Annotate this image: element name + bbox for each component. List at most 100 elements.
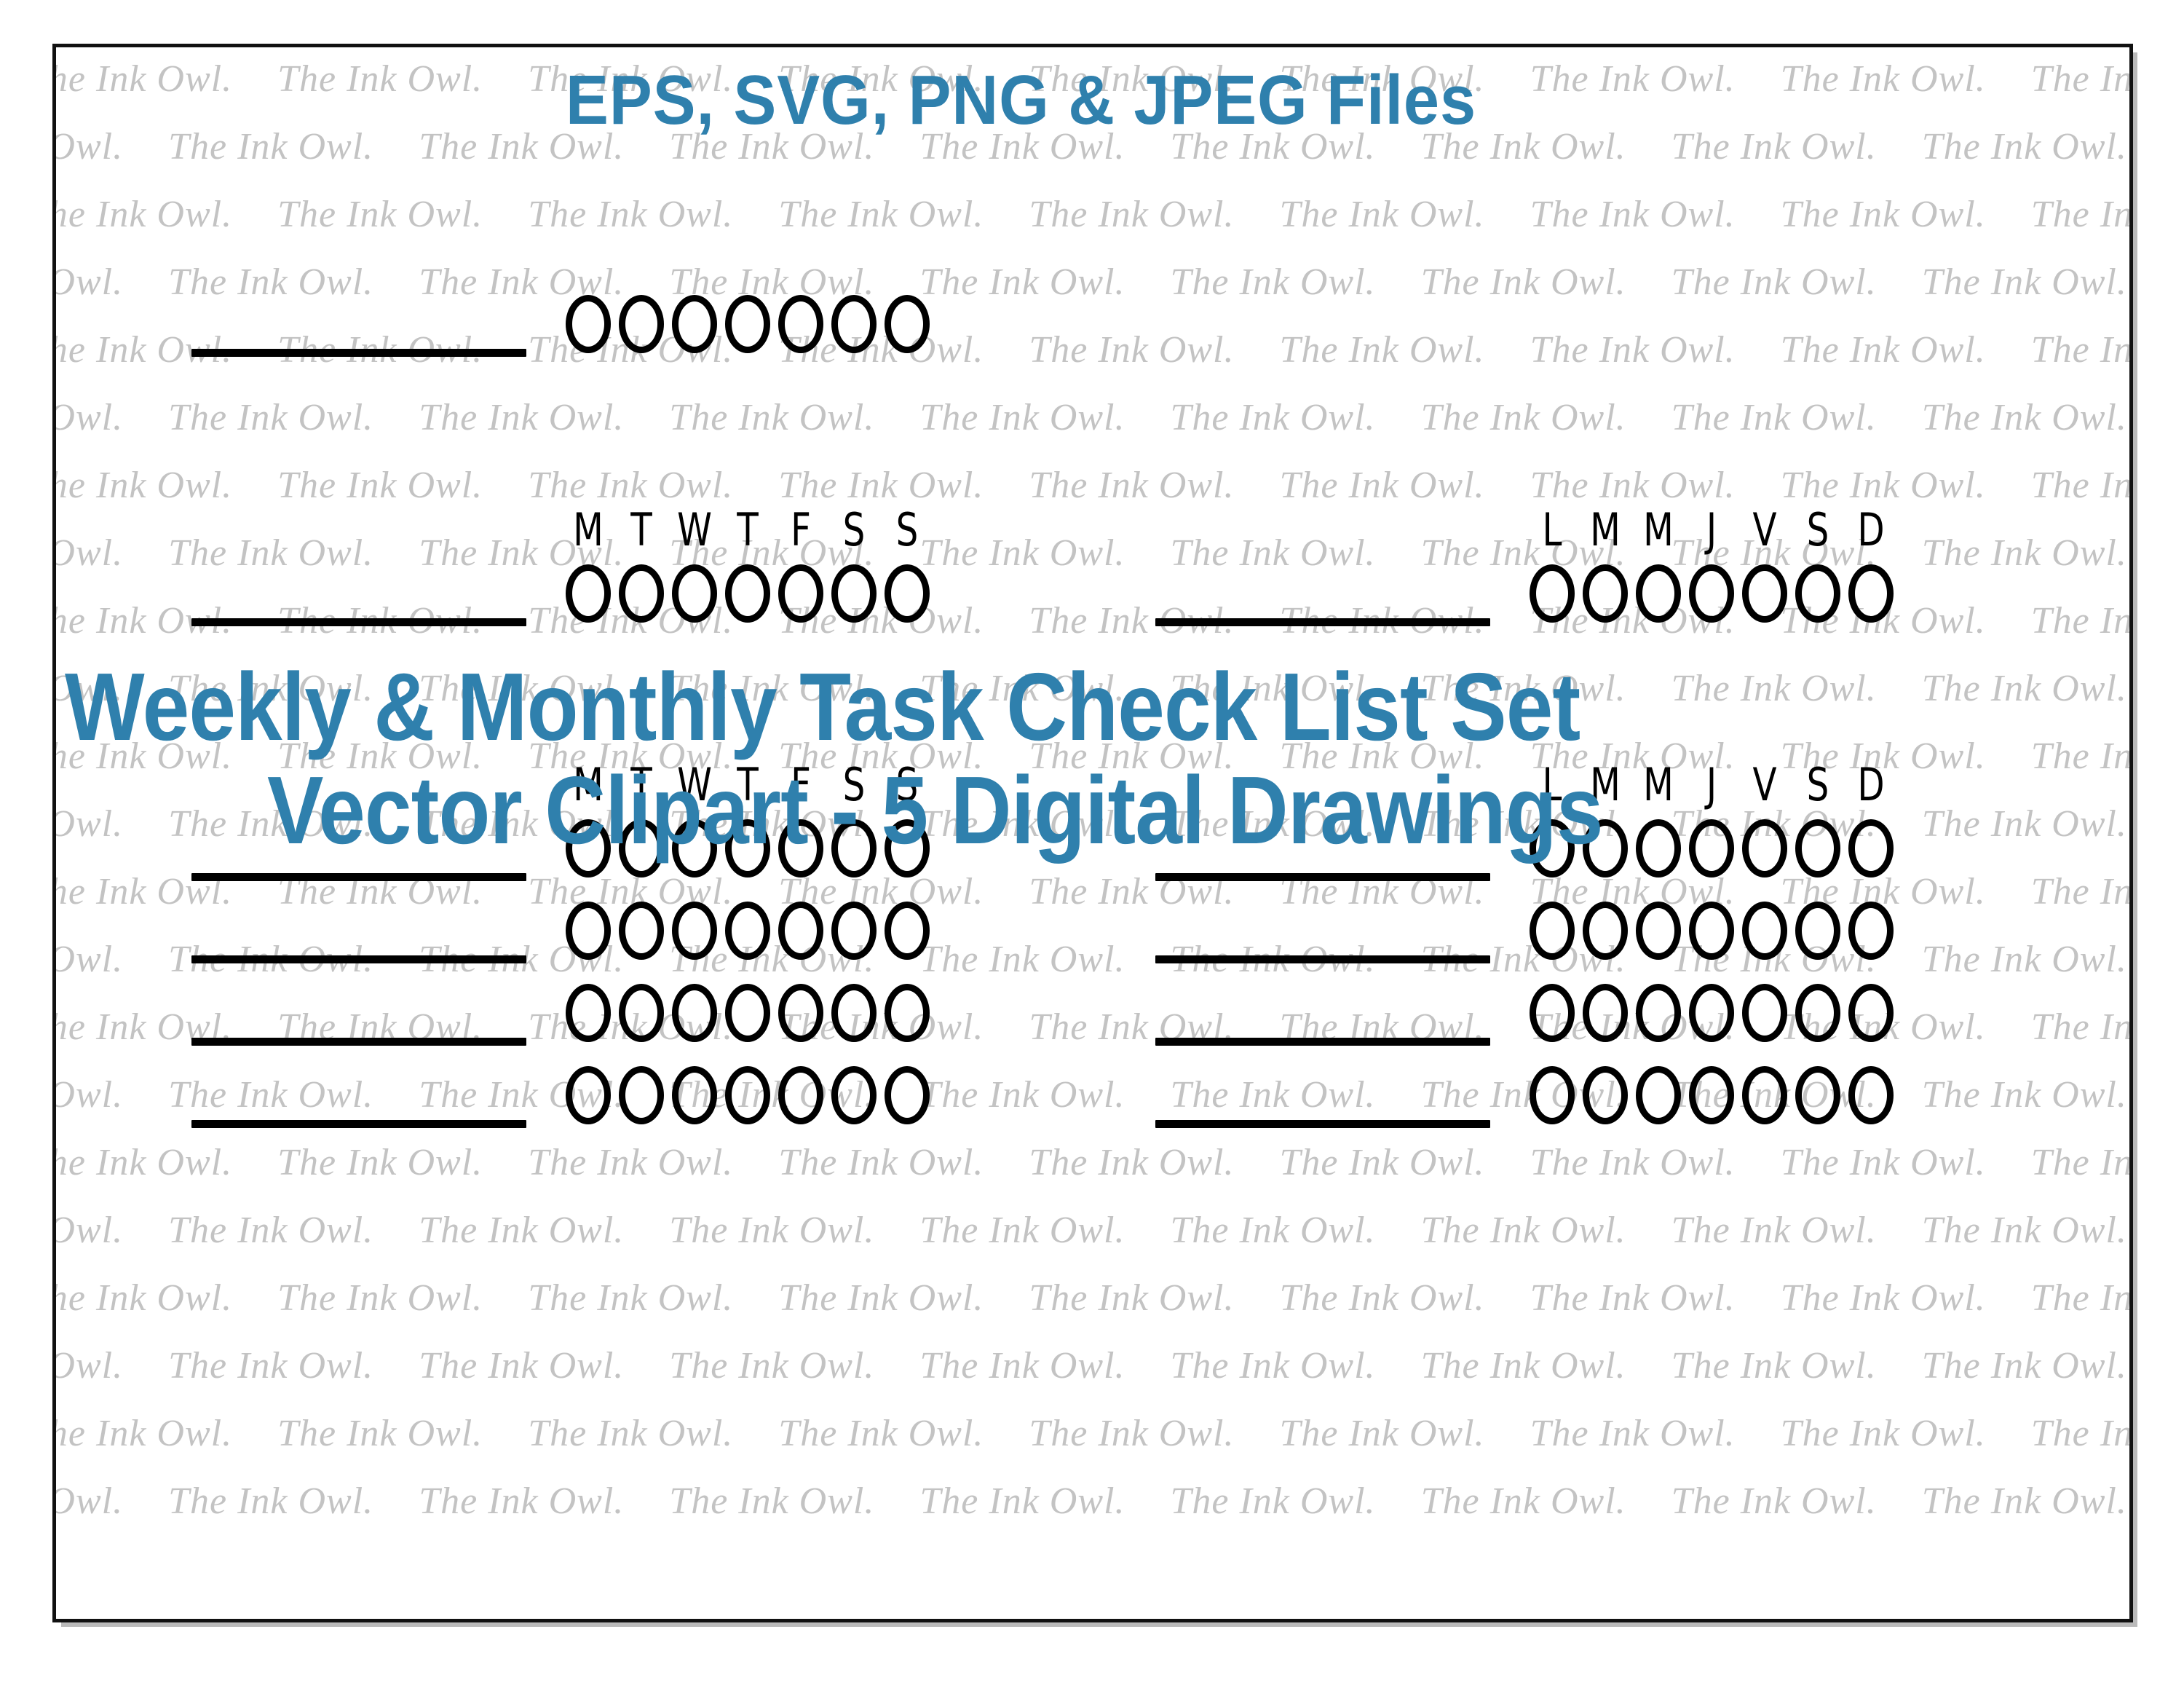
checkbox-bubble[interactable] — [1636, 984, 1681, 1042]
checkbox-bubble[interactable] — [885, 564, 930, 623]
checkbox-bubble[interactable] — [1530, 1066, 1575, 1124]
checkbox-bubble[interactable] — [672, 902, 717, 960]
checkbox-bubble[interactable] — [831, 564, 877, 623]
task-write-line[interactable] — [1155, 873, 1490, 881]
checkbox-bubble[interactable] — [1583, 1066, 1628, 1124]
checkbox-bubble[interactable] — [1848, 1066, 1894, 1124]
checkbox-bubble[interactable] — [778, 1066, 823, 1124]
checkbox-bubble[interactable] — [725, 902, 770, 960]
checkbox-bubble[interactable] — [1742, 819, 1787, 877]
checkbox-bubble[interactable] — [778, 564, 823, 623]
checkbox-bubble[interactable] — [831, 295, 877, 353]
checkbox-bubble[interactable] — [831, 902, 877, 960]
checkbox-bubble[interactable] — [1689, 984, 1734, 1042]
checkbox-bubble[interactable] — [619, 295, 664, 353]
checkbox-bubble[interactable] — [725, 984, 770, 1042]
checkbox-bubble[interactable] — [1742, 902, 1787, 960]
checkbox-bubble[interactable] — [1795, 1066, 1840, 1124]
checkbox-bubble[interactable] — [1848, 819, 1894, 877]
checkbox-bubble[interactable] — [1689, 819, 1734, 877]
task-write-line[interactable] — [1155, 1120, 1490, 1128]
checkbox-bubble[interactable] — [778, 295, 823, 353]
checkbox-bubble[interactable] — [566, 564, 611, 623]
task-write-line[interactable] — [191, 349, 526, 357]
checkbox-bubble[interactable] — [725, 1066, 770, 1124]
checkbox-bubble[interactable] — [1848, 564, 1894, 623]
checkbox-bubble[interactable] — [672, 984, 717, 1042]
checkbox-bubble[interactable] — [1530, 564, 1575, 623]
checkbox-bubble[interactable] — [672, 295, 717, 353]
task-write-line[interactable] — [1155, 618, 1490, 626]
checkbox-bubble[interactable] — [1583, 984, 1628, 1042]
bubble-row — [1530, 1066, 1902, 1124]
checkbox-bubble[interactable] — [885, 1066, 930, 1124]
checkbox-bubble[interactable] — [1583, 564, 1628, 623]
checkbox-bubble[interactable] — [885, 295, 930, 353]
checkbox-bubble[interactable] — [1689, 902, 1734, 960]
checkbox-bubble[interactable] — [778, 902, 823, 960]
product-title-line-1: Weekly & Monthly Task Check List Set — [65, 653, 1580, 760]
task-write-line[interactable] — [1155, 1038, 1490, 1046]
day-label-6: S — [895, 503, 919, 556]
checkbox-bubble[interactable] — [672, 1066, 717, 1124]
day-label-3: J — [1706, 758, 1717, 811]
checkbox-bubble[interactable] — [1795, 819, 1840, 877]
checkbox-bubble[interactable] — [566, 984, 611, 1042]
checkbox-bubble[interactable] — [1742, 1066, 1787, 1124]
checkbox-bubble[interactable] — [1636, 1066, 1681, 1124]
checkbox-bubble[interactable] — [566, 902, 611, 960]
artwork-layer: EPS, SVG, PNG & JPEG Files MTWTFSS LMMJVS… — [56, 47, 2129, 1619]
day-label-3: J — [1706, 503, 1717, 556]
checkbox-bubble[interactable] — [1530, 902, 1575, 960]
task-write-line[interactable] — [191, 618, 526, 626]
checkbox-bubble[interactable] — [619, 984, 664, 1042]
task-write-line[interactable] — [191, 873, 526, 881]
day-label-6: D — [1857, 503, 1885, 556]
checkbox-bubble[interactable] — [1689, 1066, 1734, 1124]
checkbox-bubble[interactable] — [885, 902, 930, 960]
checkbox-bubble[interactable] — [1795, 902, 1840, 960]
day-label-6: D — [1857, 758, 1885, 811]
day-label-4: F — [791, 503, 811, 556]
product-title-line-2: Vector Clipart - 5 Digital Drawings — [267, 757, 1604, 864]
file-formats-label: EPS, SVG, PNG & JPEG Files — [566, 61, 1476, 139]
day-label-2: W — [677, 503, 712, 556]
checkbox-bubble[interactable] — [831, 1066, 877, 1124]
task-write-line[interactable] — [191, 1038, 526, 1046]
checkbox-bubble[interactable] — [566, 1066, 611, 1124]
checkbox-bubble[interactable] — [1742, 984, 1787, 1042]
checkbox-bubble[interactable] — [1636, 819, 1681, 877]
checkbox-bubble[interactable] — [1795, 564, 1840, 623]
checkbox-bubble[interactable] — [1689, 564, 1734, 623]
day-label-5: S — [842, 503, 866, 556]
checkbox-bubble[interactable] — [566, 295, 611, 353]
day-label-1: M — [1590, 503, 1621, 556]
checkbox-bubble[interactable] — [1636, 564, 1681, 623]
checkbox-bubble[interactable] — [1742, 564, 1787, 623]
day-label-2: M — [1643, 503, 1674, 556]
day-label-5: S — [1806, 758, 1829, 811]
checkbox-bubble[interactable] — [725, 564, 770, 623]
checkbox-bubble[interactable] — [619, 1066, 664, 1124]
checkbox-bubble[interactable] — [672, 564, 717, 623]
task-write-line[interactable] — [1155, 955, 1490, 963]
day-header-row: LMMJVSD — [1530, 508, 1902, 553]
checkbox-bubble[interactable] — [1795, 984, 1840, 1042]
checkbox-bubble[interactable] — [831, 984, 877, 1042]
checkbox-bubble[interactable] — [1848, 902, 1894, 960]
checkbox-bubble[interactable] — [619, 564, 664, 623]
checkbox-bubble[interactable] — [1636, 902, 1681, 960]
checkbox-bubble[interactable] — [778, 984, 823, 1042]
task-write-line[interactable] — [191, 1120, 526, 1128]
checkbox-bubble[interactable] — [885, 984, 930, 1042]
bubble-row — [566, 295, 938, 353]
checkbox-bubble[interactable] — [1530, 984, 1575, 1042]
poster-frame: The Ink Owl.The Ink Owl.The Ink Owl.The … — [52, 44, 2133, 1622]
task-write-line[interactable] — [191, 955, 526, 963]
day-header-row: MTWTFSS — [566, 508, 938, 553]
checkbox-bubble[interactable] — [1583, 902, 1628, 960]
checkbox-bubble[interactable] — [725, 295, 770, 353]
day-label-3: T — [737, 503, 759, 556]
checkbox-bubble[interactable] — [619, 902, 664, 960]
checkbox-bubble[interactable] — [1848, 984, 1894, 1042]
